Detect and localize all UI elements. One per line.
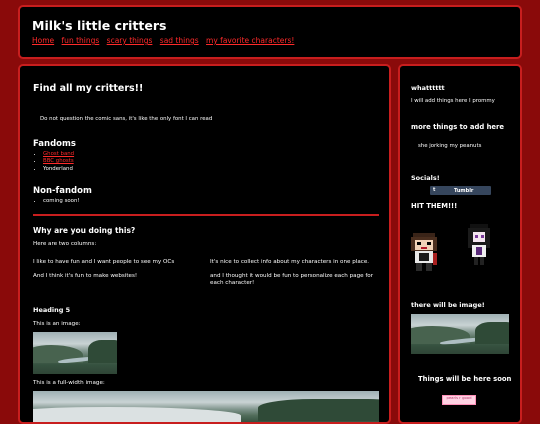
nav-link-scary-things[interactable]: scary things: [107, 36, 153, 45]
nav-bar: Home fun things scary things sad things …: [32, 36, 299, 45]
heading-5: Heading 5: [33, 306, 71, 314]
column-1-para-1: I like to have fun and I want people to …: [33, 259, 175, 265]
tumblr-label: Tumblr: [454, 187, 474, 194]
socials-heading: Socials!: [411, 174, 440, 182]
image-caption: This is an image:: [33, 321, 81, 327]
header-panel: Milk's little critters Home fun things s…: [18, 5, 522, 59]
fandom-link-ghost-band[interactable]: Ghost band: [43, 151, 74, 157]
list-item: Ghost band: [43, 151, 193, 158]
hit-them-heading: HIT THEM!!!: [411, 202, 458, 210]
full-width-image: [33, 391, 379, 422]
image-heading: there will be image!: [411, 301, 485, 309]
sidebar-text-2: she jorking my peanuts: [418, 143, 482, 149]
main-heading: Find all my critters!!: [33, 83, 144, 94]
why-heading: Why are you doing this?: [33, 226, 136, 235]
landscape-image: [33, 332, 117, 374]
list-item: Yonderland: [43, 166, 193, 173]
fandom-link-bbc-ghosts[interactable]: BBC ghosts: [43, 158, 74, 164]
list-item: BBC ghosts: [43, 158, 193, 165]
things-heading: Things will be here soon: [418, 375, 512, 383]
character-sprite-1-icon[interactable]: [409, 231, 439, 273]
site-title: Milk's little critters: [32, 18, 167, 33]
list-item: coming soon!: [43, 198, 193, 205]
column-2-para-2: and I thought it would be fun to persona…: [210, 273, 374, 286]
pearls-sticker: pearls r good: [442, 395, 476, 405]
sidebar-heading-1: whatttttt: [411, 84, 445, 92]
fandoms-list: Ghost band BBC ghosts Yonderland: [33, 151, 193, 173]
nav-link-fun-things[interactable]: fun things: [62, 36, 100, 45]
sidebar-text-1: I will add things here I prommy: [411, 98, 495, 104]
fandom-yonderland: Yonderland: [43, 165, 73, 172]
sidebar-panel: whatttttt I will add things here I promm…: [398, 64, 522, 424]
tumblr-button[interactable]: t Tumblr: [430, 186, 491, 195]
nav-link-sad-things[interactable]: sad things: [160, 36, 199, 45]
fandoms-heading: Fandoms: [33, 139, 76, 149]
main-panel: Find all my critters!! Do not question t…: [18, 64, 391, 424]
column-1-para-2: And I think it's fun to make websites!: [33, 273, 138, 279]
nonfandom-item: coming soon!: [43, 198, 80, 204]
sidebar-landscape-image: [411, 314, 509, 354]
two-columns-text: Here are two columns:: [33, 241, 97, 247]
sidebar-heading-2: more things to add here: [411, 123, 504, 131]
column-2-para-1: It's nice to collect info about my chara…: [210, 259, 370, 265]
character-sprite-2-icon[interactable]: [464, 223, 494, 267]
nonfandom-list: coming soon!: [33, 198, 193, 205]
nav-link-home[interactable]: Home: [32, 36, 54, 45]
section-divider: [33, 214, 379, 216]
comic-sans-note: Do not question the comic sans, it's lik…: [40, 116, 213, 122]
tumblr-icon: t: [433, 187, 436, 193]
nav-link-favorite-characters[interactable]: my favorite characters!: [206, 36, 294, 45]
nonfandom-heading: Non-fandom: [33, 186, 92, 196]
full-width-image-caption: This is a full-width image:: [33, 380, 105, 386]
